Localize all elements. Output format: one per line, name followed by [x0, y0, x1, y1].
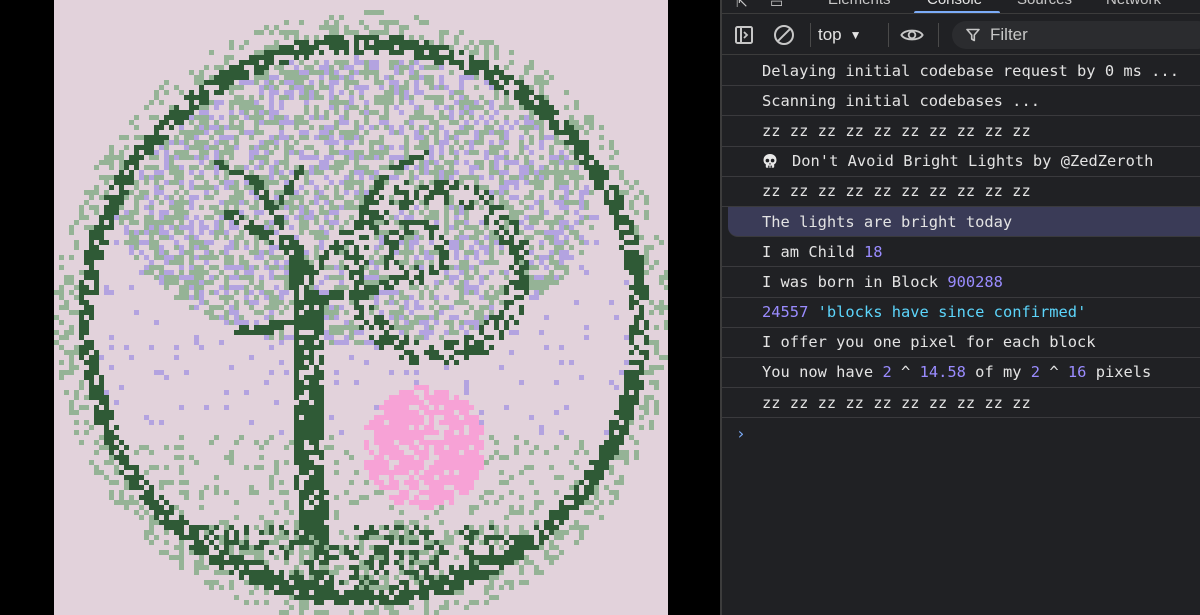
- tab-sources[interactable]: Sources: [1017, 0, 1072, 8]
- console-message[interactable]: Delaying initial codebase request by 0 m…: [722, 56, 1200, 87]
- tab-console[interactable]: Console: [927, 0, 982, 8]
- tab-network[interactable]: Network: [1106, 0, 1161, 8]
- console-number: 14.58: [919, 363, 966, 382]
- console-text: I was born in Block: [762, 272, 948, 291]
- live-expression-button[interactable]: [900, 23, 924, 47]
- filter-input[interactable]: [990, 25, 1190, 45]
- active-tab-indicator: [914, 11, 1000, 13]
- device-toolbar-icon[interactable]: ▭: [770, 0, 783, 10]
- toolbar-divider: [938, 23, 939, 47]
- clear-console-button[interactable]: [772, 23, 796, 47]
- console-text: Delaying initial codebase request by 0 m…: [762, 61, 1179, 80]
- console-text: pixels: [1086, 363, 1152, 382]
- devtools-tabbar: ⇱ ▭ Elements Console Sources Network: [722, 0, 1200, 14]
- context-selector[interactable]: top ▼: [818, 23, 862, 47]
- console-number: 2: [1030, 363, 1041, 382]
- console-message[interactable]: zz zz zz zz zz zz zz zz zz zz: [722, 116, 1200, 147]
- filter-icon: [966, 28, 980, 42]
- devtools-panel: ⇱ ▭ Elements Console Sources Network top…: [722, 0, 1200, 615]
- console-text: I am Child: [762, 242, 864, 261]
- skull-icon: [763, 154, 777, 168]
- sidebar-icon: [735, 26, 753, 44]
- console-message[interactable]: Scanning initial codebases ...: [722, 86, 1200, 117]
- console-text: Scanning initial codebases ...: [762, 91, 1040, 110]
- console-text: Don't Avoid Bright Lights by @ZedZeroth: [792, 152, 1154, 171]
- artwork-canvas: [54, 0, 668, 615]
- console-text: I offer you one pixel for each block: [762, 333, 1096, 352]
- console-message[interactable]: You now have 2 ^ 14.58 of my 2 ^ 16 pixe…: [722, 358, 1200, 389]
- console-number: 16: [1067, 363, 1087, 382]
- console-message[interactable]: I offer you one pixel for each block: [722, 328, 1200, 358]
- console-text: ^: [891, 363, 920, 382]
- caret-down-icon: ▼: [849, 28, 862, 42]
- tab-elements[interactable]: Elements: [828, 0, 891, 8]
- console-text: You now have: [762, 363, 883, 382]
- console-message[interactable]: I am Child 18: [722, 237, 1200, 268]
- artwork-pane: [0, 0, 720, 615]
- prompt-chevron-icon: ›: [736, 423, 746, 443]
- console-message[interactable]: zz zz zz zz zz zz zz zz zz zz: [722, 388, 1200, 419]
- toolbar-divider: [810, 23, 811, 47]
- console-number: 24557: [762, 303, 809, 322]
- console-text: The lights are bright today: [762, 212, 1013, 231]
- console-number: 2: [882, 363, 892, 382]
- console-text: zz zz zz zz zz zz zz zz zz zz: [762, 393, 1031, 412]
- context-selector-value: top: [818, 25, 842, 44]
- filter-box[interactable]: [952, 21, 1200, 49]
- toolbar-divider: [888, 23, 889, 47]
- eye-icon: [900, 29, 924, 41]
- console-number: 900288: [947, 272, 1003, 291]
- console-toolbar: top ▼: [722, 15, 1200, 55]
- console-string: 'blocks have since confirmed': [817, 303, 1087, 322]
- console-messages: Delaying initial codebase request by 0 m…: [722, 56, 1200, 448]
- console-message[interactable]: I was born in Block 900288: [722, 267, 1200, 298]
- console-number: 18: [863, 242, 883, 261]
- console-message[interactable]: The lights are bright today: [728, 206, 1200, 238]
- console-text: of my: [965, 363, 1031, 382]
- console-text: ^: [1040, 363, 1068, 382]
- console-prompt[interactable]: ›: [722, 418, 1200, 448]
- console-text: zz zz zz zz zz zz zz zz zz zz: [762, 121, 1031, 140]
- console-text: zz zz zz zz zz zz zz zz zz zz: [762, 182, 1031, 201]
- console-message[interactable]: 24557 'blocks have since confirmed': [722, 298, 1200, 328]
- pixel-tree-artwork: [54, 10, 668, 615]
- clear-icon: [774, 25, 794, 45]
- sidebar-toggle-button[interactable]: [732, 23, 756, 47]
- inspect-element-icon[interactable]: ⇱: [736, 0, 748, 10]
- console-message[interactable]: zz zz zz zz zz zz zz zz zz zz: [722, 177, 1200, 207]
- console-message[interactable]: Don't Avoid Bright Lights by @ZedZeroth: [722, 147, 1200, 177]
